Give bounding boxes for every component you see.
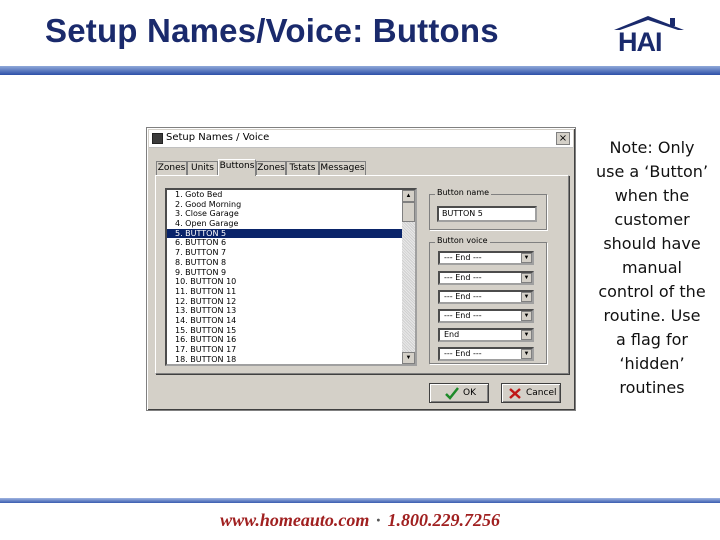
footer-divider [0, 498, 720, 503]
list-item[interactable]: 17. BUTTON 17 [167, 345, 415, 355]
scroll-down-icon[interactable]: ▼ [402, 352, 415, 364]
cancel-label: Cancel [526, 388, 557, 398]
logo-text: HAI [618, 27, 662, 57]
tab-units[interactable]: Units [187, 161, 218, 175]
note-line: control of the [598, 282, 706, 301]
chevron-down-icon[interactable]: ▼ [521, 330, 532, 340]
ok-button[interactable]: OK [429, 383, 489, 403]
chevron-down-icon[interactable]: ▼ [521, 349, 532, 359]
voice-combo-4[interactable]: --- End --- ▼ [438, 309, 534, 323]
voice-combo-1[interactable]: --- End --- ▼ [438, 251, 534, 265]
button-list-items: 1. Goto Bed 2. Good Morning 3. Close Garag… [167, 190, 415, 364]
title-divider [0, 66, 720, 75]
list-item[interactable]: 9. BUTTON 9 [167, 268, 415, 278]
close-button[interactable]: × [556, 132, 570, 145]
tab-zones-2[interactable]: Zones [256, 161, 286, 175]
voice-combo-value: --- End --- [444, 292, 482, 301]
list-item[interactable]: 11. BUTTON 11 [167, 287, 415, 297]
voice-combo-3[interactable]: --- End --- ▼ [438, 290, 534, 304]
chevron-down-icon[interactable]: ▼ [521, 311, 532, 321]
chevron-down-icon[interactable]: ▼ [521, 292, 532, 302]
list-item[interactable]: 1. Goto Bed [167, 190, 415, 200]
note-line: routines [619, 378, 685, 397]
voice-combo-6[interactable]: --- End --- ▼ [438, 347, 534, 361]
tab-tstats[interactable]: Tstats [286, 161, 319, 175]
list-item[interactable]: 5. BUTTON 5 [167, 228, 415, 239]
note-line: when the [614, 186, 690, 205]
list-item[interactable]: 12. BUTTON 12 [167, 297, 415, 307]
list-item[interactable]: 8. BUTTON 8 [167, 258, 415, 268]
list-item[interactable]: 3. Close Garage [167, 209, 415, 219]
slide-title: Setup Names/Voice: Buttons [45, 12, 499, 49]
voice-combo-value: --- End --- [444, 253, 482, 262]
scroll-up-icon[interactable]: ▲ [402, 190, 415, 202]
list-item[interactable]: 6. BUTTON 6 [167, 238, 415, 248]
note-line: Note: Only [609, 138, 695, 157]
setup-names-voice-dialog: Setup Names / Voice × Zones Units Button… [146, 127, 576, 411]
dialog-titlebar[interactable]: Setup Names / Voice × [149, 130, 573, 148]
note-line: routine. Use [603, 306, 701, 325]
footer: www.homeauto.com · 1.800.229.7256 [0, 510, 720, 531]
scroll-thumb[interactable] [402, 202, 415, 222]
button-voice-label: Button voice [435, 236, 490, 245]
ok-label: OK [463, 388, 476, 398]
list-item[interactable]: 2. Good Morning [167, 200, 415, 210]
chevron-down-icon[interactable]: ▼ [521, 253, 532, 263]
button-list[interactable]: 1. Goto Bed 2. Good Morning 3. Close Garag… [165, 188, 417, 366]
list-item[interactable]: 10. BUTTON 10 [167, 277, 415, 287]
app-icon [152, 133, 163, 144]
voice-combo-value: --- End --- [444, 311, 482, 320]
note-line: customer [614, 210, 690, 229]
checkmark-icon [445, 387, 459, 400]
voice-combo-value: End [444, 330, 460, 339]
button-name-field[interactable]: BUTTON 5 [437, 206, 537, 222]
list-item[interactable]: 4. Open Garage [167, 219, 415, 229]
list-item[interactable]: 13. BUTTON 13 [167, 306, 415, 316]
voice-combo-2[interactable]: --- End --- ▼ [438, 271, 534, 285]
tab-buttons[interactable]: Buttons [218, 159, 256, 176]
tab-messages[interactable]: Messages [319, 161, 366, 175]
note-line: use a ‘Button’ [595, 162, 709, 181]
note-line: a flag for [615, 330, 688, 349]
voice-combo-value: --- End --- [444, 273, 482, 282]
cancel-x-icon [509, 388, 521, 399]
list-item[interactable]: 15. BUTTON 15 [167, 326, 415, 336]
list-item[interactable]: 7. BUTTON 7 [167, 248, 415, 258]
note-line: should have [603, 234, 701, 253]
note-line: ‘hidden’ [619, 354, 685, 373]
footer-separator: · [375, 510, 382, 530]
footer-url[interactable]: www.homeauto.com [220, 510, 369, 530]
voice-combo-value: --- End --- [444, 349, 482, 358]
list-item[interactable]: 14. BUTTON 14 [167, 316, 415, 326]
button-name-label: Button name [435, 188, 492, 197]
list-item[interactable]: 18. BUTTON 18 [167, 355, 415, 364]
cancel-button[interactable]: Cancel [501, 383, 561, 403]
note-line: manual [622, 258, 682, 277]
list-item[interactable]: 16. BUTTON 16 [167, 335, 415, 345]
dialog-title: Setup Names / Voice [166, 132, 270, 143]
slide-note: Note: Only use a ‘Button’ when the custo… [588, 136, 716, 400]
chevron-down-icon[interactable]: ▼ [521, 273, 532, 283]
list-scrollbar[interactable]: ▲ ▼ [402, 190, 415, 364]
voice-combo-5[interactable]: End ▼ [438, 328, 534, 342]
footer-phone: 1.800.229.7256 [387, 510, 500, 530]
hai-logo: HAI [612, 14, 686, 56]
tab-zones[interactable]: Zones [156, 161, 187, 175]
